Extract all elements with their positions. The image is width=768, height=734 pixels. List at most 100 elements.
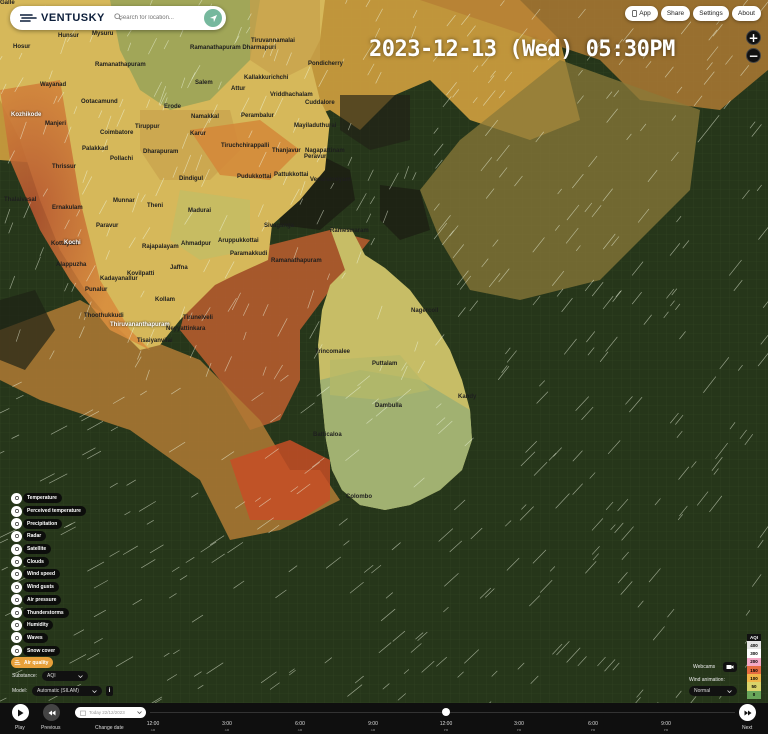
air-quality-icon xyxy=(14,660,21,665)
about-button[interactable]: About xyxy=(732,6,761,21)
tick-ampm: AM xyxy=(150,728,156,732)
timeline-thumb[interactable] xyxy=(442,708,450,716)
waves-icon xyxy=(11,632,22,644)
city-label: Namakkal xyxy=(191,114,220,120)
layer-item[interactable]: Wind speed xyxy=(11,568,86,581)
share-button[interactable]: Share xyxy=(661,6,690,21)
wind-animation-select[interactable]: Normal xyxy=(689,686,737,696)
gauge-icon xyxy=(11,594,22,606)
city-label: Kollam xyxy=(155,297,176,303)
change-date-input[interactable]: Today 22/12/2023 xyxy=(75,707,146,718)
timeline-tick[interactable]: 6:00 AM xyxy=(285,721,315,733)
layer-item-label: Thunderstorms xyxy=(23,607,69,618)
search-icon xyxy=(114,13,122,21)
date-input-value: Today 22/12/2023 xyxy=(89,710,125,715)
city-label: Theni xyxy=(147,203,163,209)
layer-item[interactable]: Snow cover xyxy=(11,644,86,657)
city-label: Kadayanallur xyxy=(100,276,138,282)
model-info-icon[interactable]: i xyxy=(106,686,113,696)
play-icon xyxy=(18,709,24,716)
webcams-toggle[interactable] xyxy=(723,662,737,672)
city-label: Peravur xyxy=(304,154,327,160)
previous-button[interactable] xyxy=(43,704,60,721)
layer-item-label: Wind gusts xyxy=(23,582,59,593)
city-label: Tiruvannamalai xyxy=(251,38,295,44)
layer-item[interactable]: Clouds xyxy=(11,555,86,568)
city-label: Thalaivasal xyxy=(4,197,37,203)
current-datetime: 2023-12-13 (Wed) 05:30PM xyxy=(369,37,675,62)
phone-icon xyxy=(632,10,638,17)
layer-item[interactable]: Temperature xyxy=(11,492,86,505)
timeline-tick[interactable]: 3:00 PM xyxy=(504,721,534,733)
layer-item[interactable]: Radar xyxy=(11,530,86,543)
next-button[interactable] xyxy=(739,704,756,721)
layer-item[interactable]: Humidity xyxy=(11,619,86,632)
layer-item[interactable]: Waves xyxy=(11,632,86,645)
layer-item[interactable]: Wind gusts xyxy=(11,581,86,594)
city-label: Hunsur xyxy=(58,33,79,39)
wind-gust-icon xyxy=(11,581,22,593)
city-label: Kochi xyxy=(64,240,81,246)
city-label: Jaffna xyxy=(170,265,188,271)
timeline-tick[interactable]: 6:00 PM xyxy=(578,721,608,733)
layer-item-label: Air pressure xyxy=(23,594,62,605)
city-label: Punalur xyxy=(85,287,108,293)
layer-item[interactable]: Air pressure xyxy=(11,594,86,607)
ventusky-logo[interactable]: VENTUSKY xyxy=(20,12,105,24)
app-button-label: App xyxy=(639,10,651,17)
city-label: Tirunelveli xyxy=(183,315,213,321)
fast-forward-icon xyxy=(744,710,751,715)
legend-level: 200 xyxy=(747,657,761,666)
city-label: Sivaganga xyxy=(264,223,295,229)
layer-air-quality-active[interactable]: Air quality xyxy=(11,657,54,668)
settings-button[interactable]: Settings xyxy=(693,6,729,21)
city-label: Karur xyxy=(190,131,207,137)
city-label: Thiruvananthapuram xyxy=(110,322,170,328)
timeline-tick[interactable]: 9:00 AM xyxy=(358,721,388,733)
app-button[interactable]: App xyxy=(625,6,658,21)
rewind-icon xyxy=(48,710,55,715)
timeline-tick[interactable]: 12:00 AM xyxy=(138,721,168,733)
layer-item[interactable]: Thunderstorms xyxy=(11,606,86,619)
layer-item[interactable]: Perceived temperature xyxy=(11,505,86,518)
city-label: Tisaiyanvilai xyxy=(137,338,173,344)
legend-level: 300 xyxy=(747,649,761,658)
legend-level: 50 xyxy=(747,682,761,691)
legend-level: 0 xyxy=(747,690,761,700)
about-button-label: About xyxy=(738,10,755,17)
timeline-tick[interactable]: 9:00 PM xyxy=(651,721,681,733)
timeline-tick[interactable]: 3:00 AM xyxy=(212,721,242,733)
substance-select[interactable]: AQI xyxy=(42,671,88,681)
search-input[interactable] xyxy=(118,15,209,21)
wind-animation-value: Normal xyxy=(694,688,711,694)
timeline-tick[interactable]: 12:00 PM xyxy=(431,721,461,733)
weather-map[interactable] xyxy=(0,0,768,734)
model-label: Model: xyxy=(12,688,28,694)
city-label: Munnar xyxy=(113,198,135,204)
play-button[interactable] xyxy=(12,704,29,721)
layer-item[interactable]: Precipitation xyxy=(11,517,86,530)
layer-item[interactable]: Satellite xyxy=(11,543,86,556)
city-label: Alappuzha xyxy=(56,262,87,268)
substance-value: AQI xyxy=(47,673,56,679)
city-label: Dindigul xyxy=(179,176,203,182)
layer-item-label: Snow cover xyxy=(23,645,61,656)
settings-button-label: Settings xyxy=(699,10,723,17)
wind-icon xyxy=(11,568,22,580)
layer-menu: Temperature Perceived temperature Precipit… xyxy=(11,492,86,657)
webcams-label: Webcams xyxy=(693,664,716,670)
legend-level: 150 xyxy=(747,665,761,675)
city-label: Hosur xyxy=(13,44,31,50)
city-label: Salem xyxy=(195,80,213,86)
model-select[interactable]: Automatic (SILAM) xyxy=(32,686,102,696)
city-label: Cuddalore xyxy=(305,100,335,106)
play-label: Play xyxy=(15,725,25,731)
city-label: Dharapuram xyxy=(143,149,179,155)
zoom-out-button[interactable]: − xyxy=(746,48,761,63)
legend-levels: 400 300 200 150 100 50 0 xyxy=(747,641,761,700)
search-bar: VENTUSKY xyxy=(10,6,226,30)
camera-icon xyxy=(726,665,734,669)
city-label: Tiruchchirappalli xyxy=(221,143,270,149)
zoom-in-button[interactable]: + xyxy=(746,30,761,45)
locate-button[interactable] xyxy=(204,9,222,27)
